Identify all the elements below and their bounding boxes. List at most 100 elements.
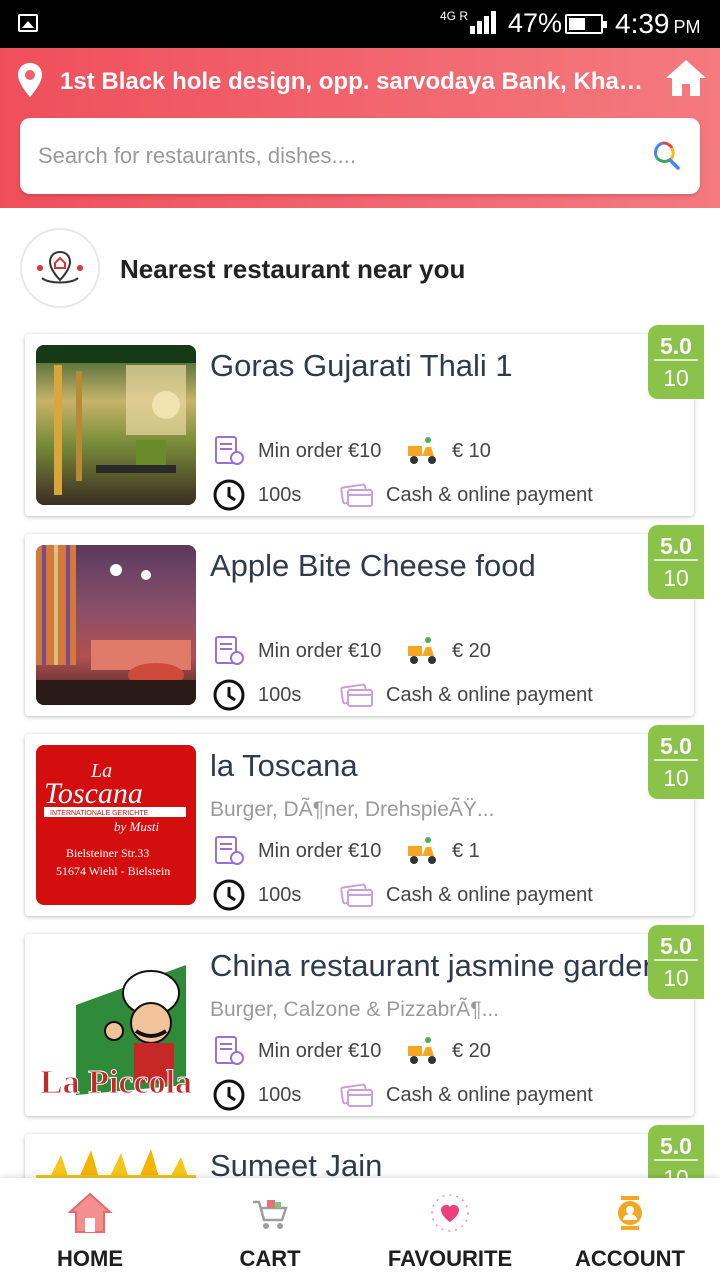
nav-account-label: ACCOUNT (575, 1246, 685, 1271)
image-notification-icon (18, 14, 38, 32)
delivery-time: 100s (258, 483, 302, 506)
delivery-fee: € 20 (452, 1039, 491, 1062)
section-title: Nearest restaurant near you (120, 254, 466, 284)
clock-icon (213, 1079, 245, 1111)
nav-home-label: HOME (57, 1246, 123, 1271)
delivery-fee: € 20 (452, 639, 491, 662)
restaurant-card[interactable]: La Toscana INTERNATIONALE GERICHTE by Mu… (25, 725, 704, 916)
rating-score: 5.0 (654, 925, 698, 961)
min-order-icon (215, 1036, 244, 1065)
delivery-scooter-icon (408, 637, 436, 664)
clock-icon (213, 479, 245, 511)
home-icon (67, 1192, 113, 1233)
nav-favourite[interactable]: FAVOURITE (360, 1178, 540, 1280)
logo-line-3: INTERNATIONALE GERICHTE (50, 810, 149, 817)
battery-percent: 47% (508, 8, 563, 38)
clock-icon (213, 879, 245, 911)
delivery-time: 100s (258, 683, 302, 706)
restaurant-logo: La Piccola (36, 945, 196, 1105)
cart-icon (253, 1200, 288, 1229)
restaurant-image (36, 345, 196, 505)
status-bar: 4G R 47% 4:39 PM (0, 0, 720, 48)
rating-max: 10 (663, 965, 689, 991)
order-info-row: Min order €10 € 10 (212, 434, 491, 468)
logo-line-5: Bielsteiner Str.33 (66, 846, 149, 860)
nav-favourite-label: FAVOURITE (387, 1246, 513, 1271)
account-icon (618, 1196, 642, 1230)
restaurant-name[interactable]: Goras Gujarati Thali 1 (210, 348, 655, 384)
min-order-icon (215, 836, 244, 865)
rating-score: 5.0 (654, 325, 698, 361)
payment-card-icon (340, 1083, 373, 1107)
delivery-time: 100s (258, 883, 302, 906)
delivery-address[interactable]: 1st Black hole design, opp. sarvodaya Ba… (60, 68, 650, 96)
rating-badge: 5.0 10 (648, 325, 704, 399)
delivery-scooter-icon (408, 837, 436, 864)
delivery-fee: € 10 (452, 439, 491, 462)
cuisine-list: Burger, DÃ¶ner, DrehspieÃŸ... (210, 798, 495, 821)
home-icon[interactable] (664, 58, 708, 98)
time-payment-row: 100s Cash & online payment (212, 478, 593, 512)
delivery-scooter-icon (408, 437, 436, 464)
nav-home[interactable]: HOME (0, 1178, 180, 1280)
rating-score: 5.0 (654, 1125, 698, 1161)
time-payment-row: 100s Cash & online payment (212, 678, 593, 712)
min-order-icon (215, 436, 244, 465)
restaurant-card[interactable]: La Piccola China restaurant jasmine gard… (25, 925, 704, 1116)
rating-badge: 5.0 10 (648, 725, 704, 799)
bottom-navigation: HOME CART FAVOURITE ACCOUNT (0, 1178, 720, 1280)
min-order: Min order €10 (258, 439, 382, 462)
time-payment-row: 100s Cash & online payment (212, 1078, 593, 1112)
restaurant-logo: La Toscana INTERNATIONALE GERICHTE by Mu… (36, 745, 196, 905)
payment-card-icon (340, 683, 373, 707)
restaurant-card[interactable]: Apple Bite Cheese food Min order €10 € 2… (25, 525, 704, 716)
logo-line-4: by Musti (114, 819, 160, 834)
delivery-time: 100s (258, 1083, 302, 1106)
clock-ampm: PM (673, 17, 701, 37)
rating-badge: 5.0 10 (648, 525, 704, 599)
network-type: 4G R (440, 9, 469, 23)
logo-line-2: Toscana (44, 777, 143, 810)
nav-account[interactable]: ACCOUNT (540, 1178, 720, 1280)
restaurant-name[interactable]: la Toscana (210, 748, 655, 784)
delivery-fee: € 1 (452, 839, 480, 862)
payment-method: Cash & online payment (386, 1083, 593, 1106)
time-payment-row: 100s Cash & online payment (212, 878, 593, 912)
payment-method: Cash & online payment (386, 483, 593, 506)
restaurant-name[interactable]: China restaurant jasmine garden (210, 948, 655, 984)
app-header: 1st Black hole design, opp. sarvodaya Ba… (0, 48, 720, 208)
clock-time: 4:39 (615, 8, 670, 39)
clock-icon (213, 679, 245, 711)
nav-cart[interactable]: CART (180, 1178, 360, 1280)
rating-max: 10 (663, 765, 689, 791)
order-info-row: Min order €10 € 1 (212, 834, 480, 868)
logo-text: La Piccola (40, 1064, 192, 1101)
order-info-row: Min order €10 € 20 (212, 634, 491, 668)
heart-icon (431, 1194, 469, 1232)
payment-method: Cash & online payment (386, 683, 593, 706)
search-icon[interactable] (650, 140, 680, 170)
min-order-icon (215, 636, 244, 665)
search-bar (20, 118, 700, 194)
min-order: Min order €10 (258, 839, 382, 862)
location-pin-icon[interactable] (16, 62, 44, 98)
order-info-row: Min order €10 € 20 (212, 1034, 491, 1068)
rating-badge: 5.0 10 (648, 925, 704, 999)
rating-score: 5.0 (654, 525, 698, 561)
logo-line-6: 51674 Wiehl - Bielstein (56, 864, 170, 878)
search-input[interactable] (38, 136, 638, 176)
payment-card-icon (340, 483, 373, 507)
clock: 4:39 PM (615, 8, 701, 40)
map-locations-icon (20, 228, 100, 308)
signal-icon (470, 10, 500, 34)
rating-max: 10 (663, 365, 689, 391)
delivery-scooter-icon (408, 1037, 436, 1064)
min-order: Min order €10 (258, 1039, 382, 1062)
restaurant-name[interactable]: Apple Bite Cheese food (210, 548, 655, 584)
restaurant-image (36, 545, 196, 705)
restaurant-card[interactable]: Goras Gujarati Thali 1 Min order €10 € 1… (25, 325, 704, 516)
rating-score: 5.0 (654, 725, 698, 761)
cuisine-list: Burger, Calzone & PizzabrÃ¶... (210, 998, 500, 1021)
payment-card-icon (340, 883, 373, 907)
payment-method: Cash & online payment (386, 883, 593, 906)
